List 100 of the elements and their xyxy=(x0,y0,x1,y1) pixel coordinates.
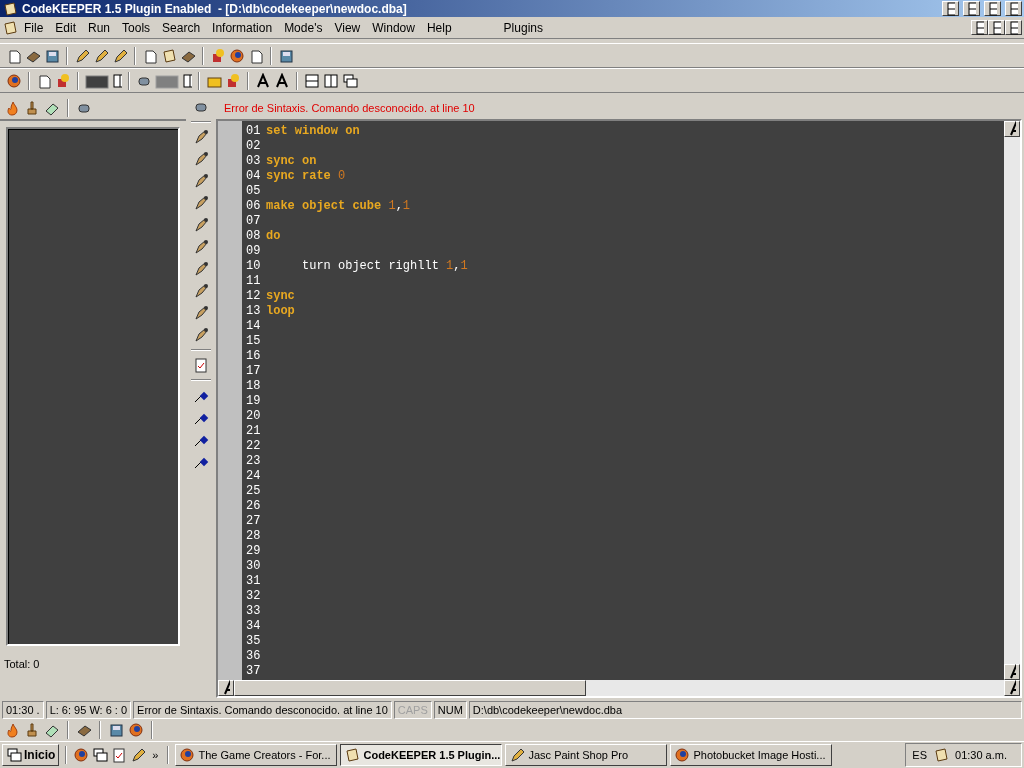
line-number: 30 xyxy=(246,558,262,573)
line-number: 02 xyxy=(246,138,262,153)
line-number: 26 xyxy=(246,498,262,513)
more-button[interactable]: » xyxy=(149,749,162,761)
shapes-icon[interactable] xyxy=(55,72,71,89)
bookmark-icon[interactable] xyxy=(193,305,209,321)
window-title: CodeKEEPER 1.5 Plugin Enabled - [D:\db\codekeeper\newdoc.dba] xyxy=(22,1,408,16)
document-icon[interactable] xyxy=(248,47,264,64)
page-icon[interactable] xyxy=(142,47,158,64)
browser-icon[interactable] xyxy=(73,747,90,763)
color-swatch-icon[interactable] xyxy=(85,72,109,89)
bookmark-icon[interactable] xyxy=(193,129,209,145)
line-number: 06 xyxy=(246,198,262,213)
scroll-up-button[interactable] xyxy=(1004,121,1020,137)
line-number: 20 xyxy=(246,408,262,423)
flame-icon[interactable] xyxy=(4,722,20,738)
status-panel: D:\db\codekeeper\newdoc.dba xyxy=(468,701,1022,719)
horizontal-split-icon[interactable] xyxy=(304,72,320,89)
language-indicator[interactable]: ES xyxy=(912,749,927,761)
line-number: 16 xyxy=(246,348,262,363)
color-swatch-icon[interactable] xyxy=(155,72,179,89)
taskbar-button[interactable]: The Game Creators - For... xyxy=(175,744,338,766)
line-number: 27 xyxy=(246,513,262,528)
restore-button[interactable] xyxy=(984,1,1001,16)
hand-icon[interactable] xyxy=(24,100,40,116)
code-line: sync rate 0 xyxy=(266,168,346,183)
taskbar-button[interactable]: Photobucket Image Hosti... xyxy=(670,744,833,766)
notepad-icon[interactable] xyxy=(111,747,128,763)
clock: 01:30 a.m. xyxy=(955,749,1007,761)
scroll-thumb[interactable] xyxy=(234,680,586,696)
menu-item[interactable]: Help xyxy=(420,20,458,35)
restore-button[interactable] xyxy=(988,20,1005,35)
minimize-button[interactable] xyxy=(971,20,988,35)
browser-icon[interactable] xyxy=(179,747,196,763)
save-icon[interactable] xyxy=(44,47,60,64)
menu-item[interactable]: Information xyxy=(206,20,279,35)
bookmark-icon[interactable] xyxy=(193,195,209,211)
hand-icon[interactable] xyxy=(24,722,40,738)
menu-item[interactable]: File xyxy=(18,20,50,35)
bookmark-icon[interactable] xyxy=(193,327,209,343)
minimize-button[interactable] xyxy=(963,1,980,16)
scroll-icon[interactable] xyxy=(344,747,361,763)
menu-item[interactable]: Edit xyxy=(49,20,83,35)
document-icon[interactable] xyxy=(2,19,18,36)
paint-icon[interactable] xyxy=(509,747,526,763)
status-panel: L: 6: 95 W: 6 : 0 xyxy=(45,701,132,719)
taskbar-button[interactable]: Jasc Paint Shop Pro xyxy=(505,744,668,766)
menu-item[interactable]: View xyxy=(328,20,367,35)
menu-item[interactable]: Search xyxy=(156,20,207,35)
line-number: 28 xyxy=(246,528,262,543)
scroll-icon[interactable] xyxy=(161,47,177,64)
rollup-button[interactable] xyxy=(942,1,959,16)
flame-icon[interactable] xyxy=(4,100,20,116)
globe-icon[interactable] xyxy=(6,72,22,89)
menu-item[interactable]: Window xyxy=(366,20,421,35)
scroll-left-button[interactable] xyxy=(218,680,234,696)
pencil-icon[interactable] xyxy=(130,747,147,763)
shapes-icon[interactable] xyxy=(210,47,226,64)
globe-icon[interactable] xyxy=(128,722,144,738)
globe-icon[interactable] xyxy=(229,47,245,64)
menu-item[interactable]: Plugins xyxy=(497,20,549,35)
line-number: 36 xyxy=(246,648,262,663)
cascade-windows-icon[interactable] xyxy=(342,72,358,89)
browser-icon[interactable] xyxy=(674,747,691,763)
bookmark-icon[interactable] xyxy=(193,151,209,167)
line-number: 09 xyxy=(246,243,262,258)
bookmark-icon[interactable] xyxy=(193,261,209,277)
line-number: 17 xyxy=(246,363,262,378)
close-button[interactable] xyxy=(1005,1,1022,16)
tray-icon[interactable] xyxy=(933,747,949,763)
vertical-scrollbar[interactable] xyxy=(1004,121,1020,680)
line-number: 23 xyxy=(246,453,262,468)
line-number: 29 xyxy=(246,543,262,558)
vertical-split-icon[interactable] xyxy=(323,72,339,89)
horizontal-scrollbar[interactable] xyxy=(218,680,1020,696)
large-font-icon[interactable] xyxy=(255,72,271,89)
bookmark-icon[interactable] xyxy=(193,217,209,233)
bookmark-icon[interactable] xyxy=(193,239,209,255)
menu-item[interactable]: Mode's xyxy=(278,20,329,35)
scroll-down-button[interactable] xyxy=(1004,664,1020,680)
line-number: 11 xyxy=(246,273,262,288)
small-font-icon[interactable] xyxy=(274,72,290,89)
line-number: 08 xyxy=(246,228,262,243)
scroll-right-button[interactable] xyxy=(1004,680,1020,696)
clipboard-icon[interactable] xyxy=(193,357,209,373)
status-panel: 01:30 . xyxy=(2,701,44,719)
taskbar-button[interactable]: CodeKEEPER 1.5 Plugin... xyxy=(340,744,503,766)
start-button[interactable]: Inicio xyxy=(2,744,60,766)
close-button[interactable] xyxy=(1005,20,1022,35)
line-number: 04 xyxy=(246,168,262,183)
line-number: 31 xyxy=(246,573,262,588)
bookmark-icon[interactable] xyxy=(193,283,209,299)
new-page-icon[interactable] xyxy=(6,47,22,64)
line-number: 03 xyxy=(246,153,262,168)
line-number: 15 xyxy=(246,333,262,348)
line-number: 14 xyxy=(246,318,262,333)
menu-item[interactable]: Run xyxy=(82,20,117,35)
pencil-icon[interactable] xyxy=(74,47,90,64)
bookmark-icon[interactable] xyxy=(193,173,209,189)
menu-item[interactable]: Tools xyxy=(116,20,157,35)
